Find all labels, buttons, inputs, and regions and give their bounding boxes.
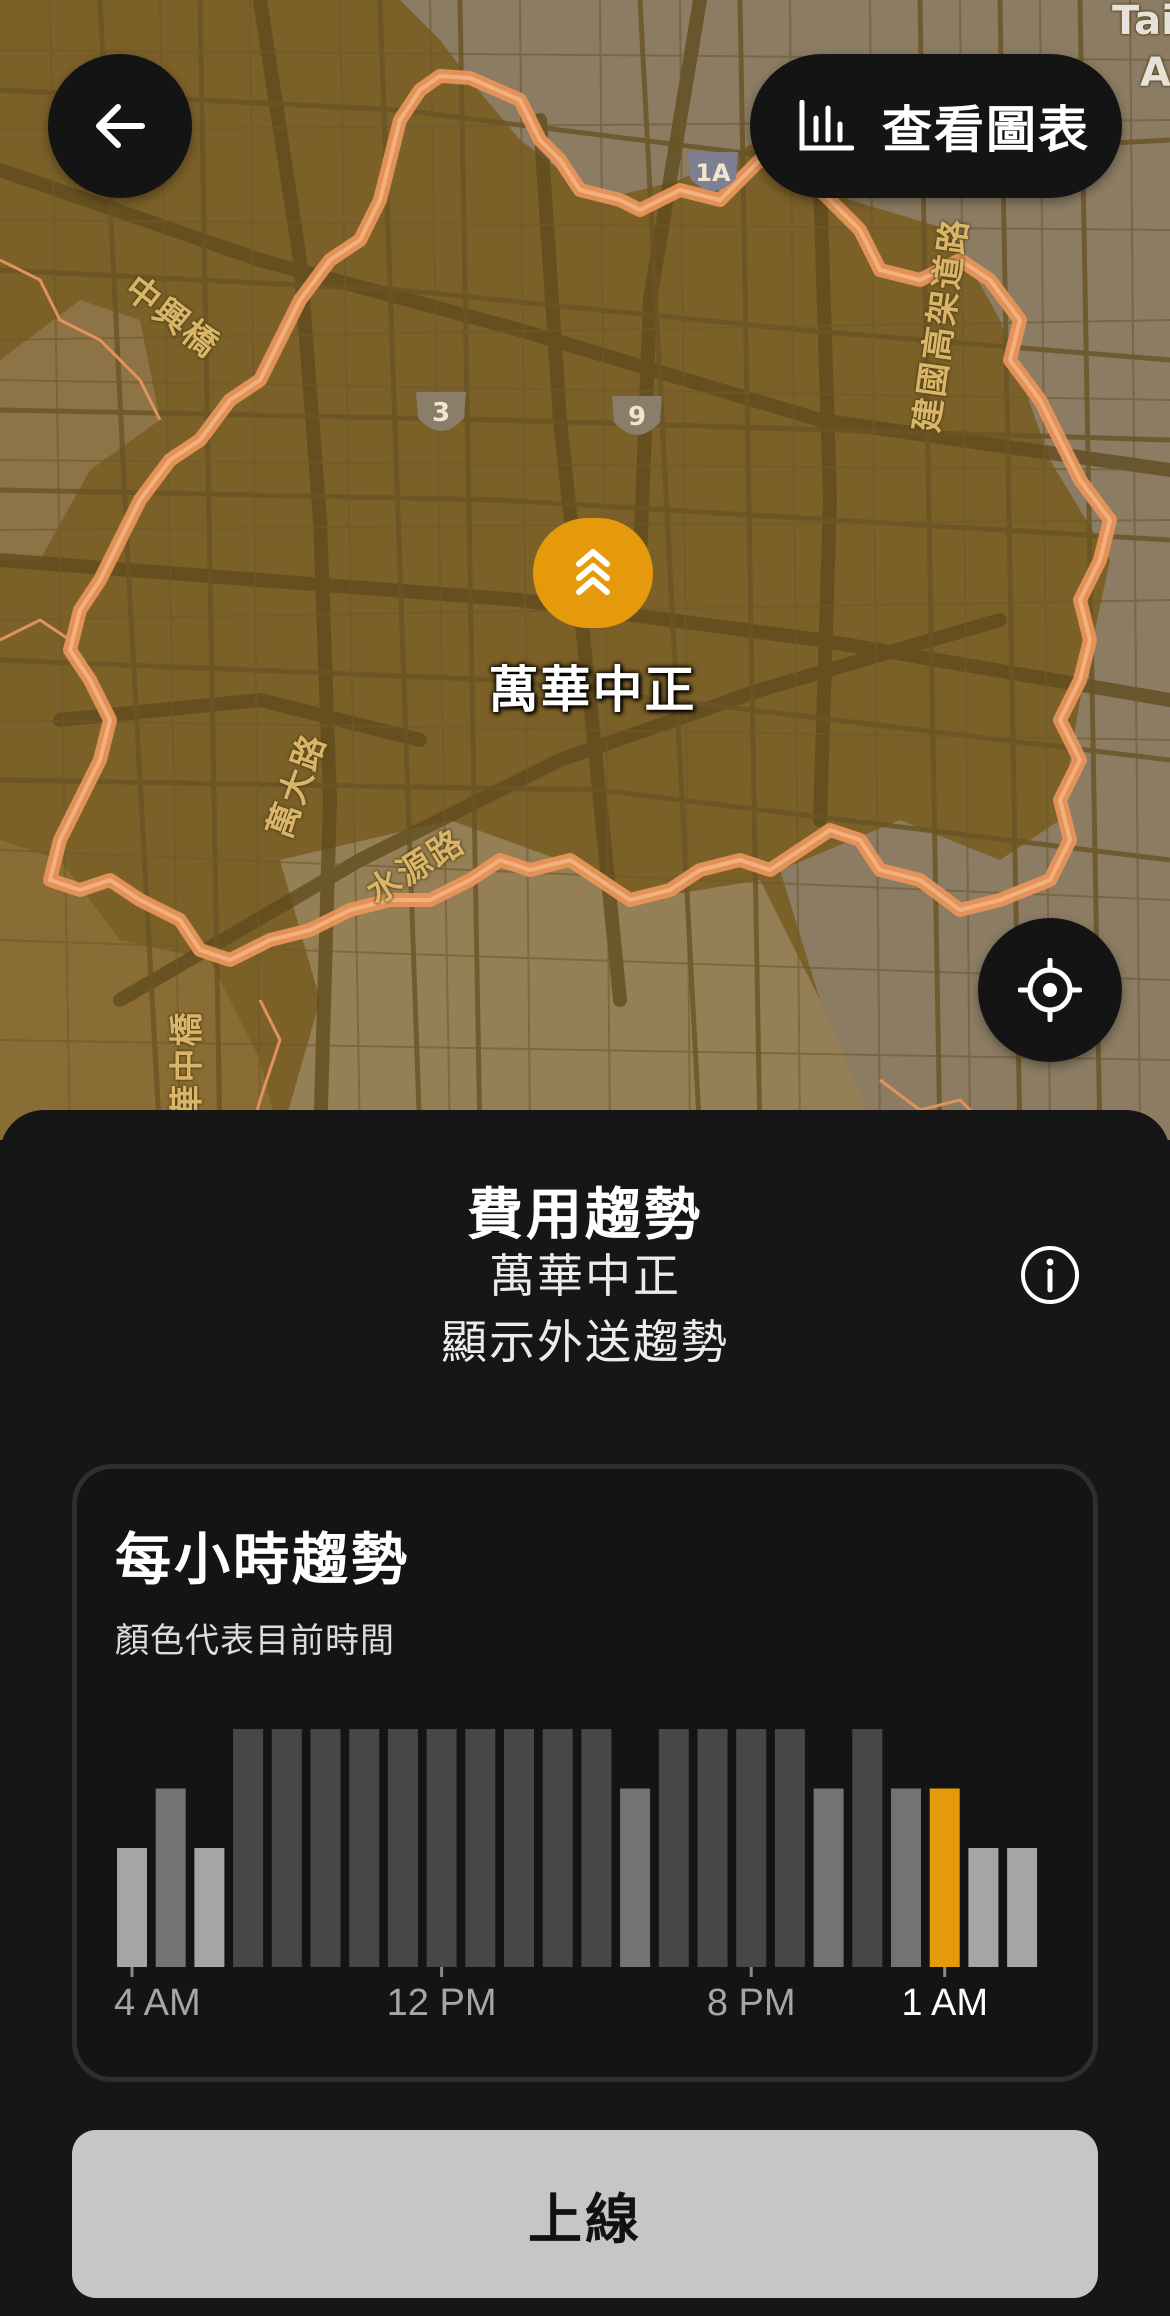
chart-bar (271, 1729, 302, 1967)
zone-surge-marker[interactable] (533, 518, 653, 628)
hourly-trend-card: 每小時趨勢 顏色代表目前時間 4 AM 12 PM 8 PM 1 AM (72, 1464, 1098, 2082)
chart-bar (504, 1729, 534, 1967)
chart-bar (233, 1729, 264, 1967)
chart-bar (774, 1729, 805, 1967)
chart-bar (852, 1729, 883, 1967)
crosshair-icon (1018, 958, 1082, 1022)
hourly-bar-chart: 4 AM 12 PM 8 PM 1 AM (114, 1729, 1038, 2024)
map-view[interactable]: 中興橋 建國高架道路 萬大路 水源路 華中橋 Tai A 3 9 1A 萬華中正 (0, 0, 1170, 1140)
sheet-mode-subtitle: 顯示外送趨勢 (441, 1315, 729, 1369)
recenter-location-button[interactable] (978, 918, 1122, 1062)
chart-bar (349, 1729, 380, 1967)
chart-bar (1007, 1848, 1038, 1967)
chart-bar (155, 1788, 186, 1967)
route-shield-1a: 1A (684, 148, 742, 202)
chart-bar (117, 1848, 147, 1967)
surge-chevrons-icon (576, 549, 610, 595)
chart-bar (697, 1729, 728, 1967)
chart-bar (620, 1788, 651, 1967)
chart-bar (426, 1729, 457, 1967)
chart-bar (387, 1729, 418, 1967)
chart-bar (581, 1729, 612, 1967)
route-shield-3: 3 (412, 388, 470, 442)
map-corner-label-top: Tai (1112, 0, 1170, 44)
chart-tick-label: 12 PM (387, 1982, 497, 2024)
chart-tick-label: 1 AM (901, 1982, 988, 2024)
chart-bar (891, 1788, 921, 1967)
chart-bar-current (929, 1788, 960, 1967)
arrow-left-icon (96, 104, 145, 148)
chart-bar (968, 1848, 999, 1967)
route-shield-9: 9 (608, 392, 666, 446)
chart-bar (310, 1729, 341, 1967)
sheet-title: 費用趨勢 (467, 1183, 703, 1248)
chart-bar (813, 1788, 844, 1967)
info-button[interactable] (1019, 1244, 1081, 1306)
chart-bar (542, 1729, 573, 1967)
chart-bar (658, 1729, 689, 1967)
sheet-zone-subtitle: 萬華中正 (489, 1249, 681, 1303)
back-button[interactable] (48, 54, 192, 198)
view-chart-label: 查看圖表 (882, 101, 1090, 159)
info-icon (1021, 1246, 1079, 1304)
view-chart-button[interactable]: 查看圖表 (750, 54, 1122, 198)
bar-chart-icon (799, 100, 854, 151)
zone-name-label: 萬華中正 (488, 661, 697, 719)
chart-bar (465, 1729, 496, 1967)
road-label-huazhong-bridge: 華中橋 (167, 1010, 208, 1119)
chart-tick-label: 8 PM (707, 1982, 796, 2024)
go-online-button[interactable]: 上線 (72, 2130, 1098, 2298)
chart-bar (736, 1729, 767, 1967)
map-corner-label-bottom: A (1140, 50, 1170, 96)
chart-bar (194, 1848, 225, 1967)
chart-tick-label: 4 AM (114, 1982, 201, 2024)
